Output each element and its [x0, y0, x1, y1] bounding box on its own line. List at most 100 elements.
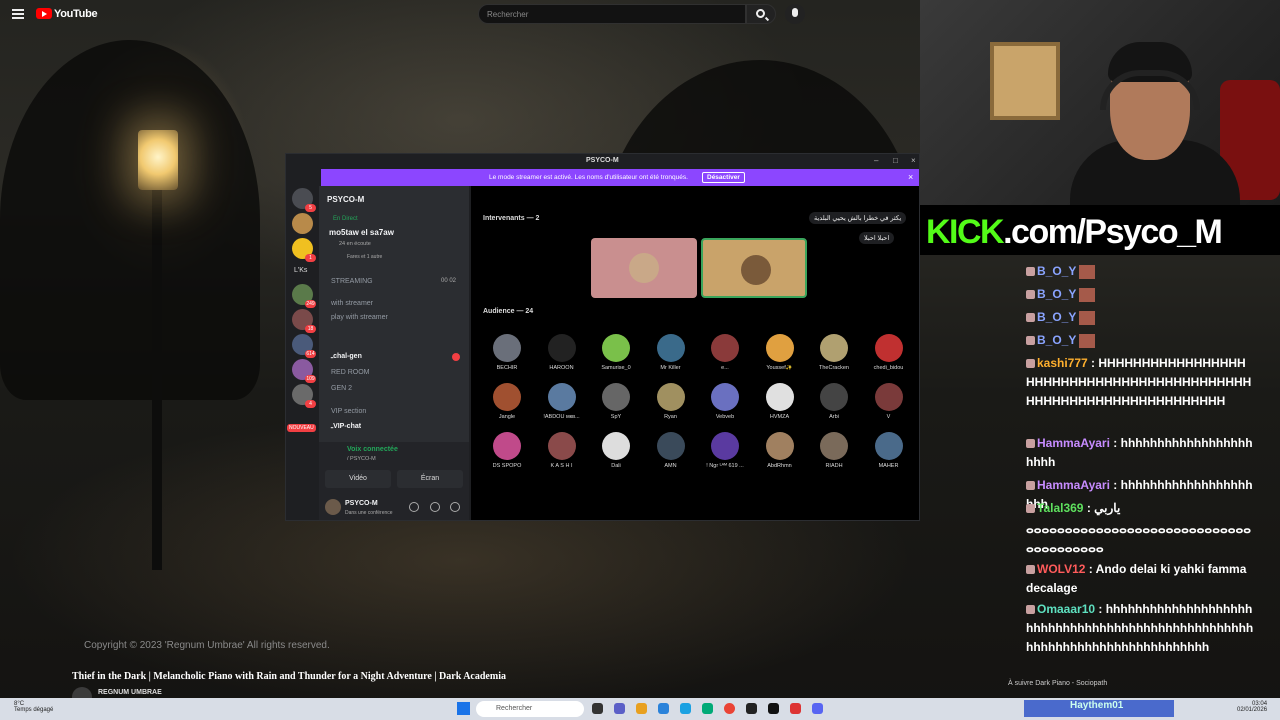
chat-username[interactable]: Omaaar10 — [1037, 602, 1095, 616]
channel-item[interactable]: with streamer — [331, 300, 373, 307]
audience-member[interactable]: Dali — [594, 432, 638, 469]
server-icon[interactable]: 18 — [292, 309, 316, 333]
channel-item[interactable]: STREAMING — [331, 278, 373, 285]
audience-member[interactable]: HVMZA — [758, 383, 802, 420]
mic-icon[interactable] — [409, 502, 419, 512]
search-input[interactable]: Rechercher — [478, 4, 746, 24]
speaker-card[interactable] — [701, 238, 807, 298]
disable-streamer-mode-button[interactable]: Désactiver — [702, 172, 745, 183]
audience-member[interactable]: BECHIR — [485, 334, 529, 371]
chat-line: ⴰⴰⴰⴰⴰⴰⴰⴰⴰⴰⴰⴰⴰⴰⴰⴰⴰⴰⴰⴰⴰⴰⴰⴰⴰⴰⴰⴰⴰⴰⴰⴰⴰⴰⴰⴰⴰⴰⴰ — [1026, 520, 1254, 558]
audience-member[interactable]: Vebveb — [703, 383, 747, 420]
user-name[interactable]: PSYCO-M — [345, 500, 378, 507]
audience-member[interactable]: chedi_bidou — [867, 334, 911, 371]
file-explorer-icon[interactable] — [636, 703, 647, 714]
gear-icon[interactable] — [450, 502, 460, 512]
search-button[interactable] — [746, 4, 776, 24]
chat-username[interactable]: B_O_Y — [1037, 310, 1076, 324]
chat-username[interactable]: B_O_Y — [1037, 287, 1076, 301]
banner-close-icon[interactable]: × — [908, 172, 913, 182]
teams-icon[interactable] — [614, 703, 625, 714]
screen-share-button[interactable]: Écran — [397, 470, 463, 488]
obs-icon[interactable] — [768, 703, 779, 714]
headphones-icon[interactable] — [430, 502, 440, 512]
channel-item[interactable]: ـVIP-chat — [331, 422, 361, 430]
audience-member[interactable]: AMN — [649, 432, 693, 469]
clock[interactable]: 03:04 02/01/2026 — [1237, 701, 1267, 713]
minimize-icon[interactable]: – — [874, 156, 878, 165]
server-icon[interactable]: 614 — [292, 334, 316, 358]
user-avatar[interactable] — [325, 499, 341, 515]
channel-item[interactable]: play with streamer — [331, 314, 388, 321]
chat-username[interactable]: HammaAyari — [1037, 478, 1110, 492]
audience-member[interactable]: K A S H I — [540, 432, 584, 469]
task-view-icon[interactable] — [592, 703, 603, 714]
audience-member[interactable]: Mr Killer — [649, 334, 693, 371]
audience-member[interactable]: MAHER — [867, 432, 911, 469]
audience-member[interactable]: Youssef✨ — [758, 334, 802, 371]
channel-item[interactable]: ـchal-gen — [331, 352, 362, 360]
edge-icon[interactable] — [680, 703, 691, 714]
audience-member[interactable]: DS SPOPO — [485, 432, 529, 469]
audience-name: Arbi — [829, 414, 839, 420]
weather-widget[interactable]: 8°C Temps dégagé — [14, 701, 53, 713]
server-icon[interactable]: 5 — [292, 188, 316, 212]
chat-username[interactable]: B_O_Y — [1037, 333, 1076, 347]
speaker-card[interactable] — [591, 238, 697, 298]
channel-item[interactable]: RED ROOM — [331, 369, 370, 376]
maximize-icon[interactable]: □ — [893, 156, 898, 165]
app-icon[interactable] — [790, 703, 801, 714]
audience-member[interactable]: Samurise_0 — [594, 334, 638, 371]
chat-username[interactable]: Talal369 — [1037, 501, 1083, 515]
server-icon[interactable]: 249 — [292, 284, 316, 308]
channel-item[interactable]: VIP section — [331, 408, 366, 415]
audience-member[interactable]: e... — [703, 334, 747, 371]
badge-icon — [1026, 313, 1035, 323]
app-icon[interactable] — [746, 703, 757, 714]
audience-member[interactable]: Arbi — [812, 383, 856, 420]
app-icon[interactable] — [658, 703, 669, 714]
audience-member[interactable]: V — [867, 383, 911, 420]
audience-member[interactable]: SpY — [594, 383, 638, 420]
video-button[interactable]: Vidéo — [325, 470, 391, 488]
audience-avatar — [493, 432, 521, 460]
audience-member[interactable]: !ABDOU мкв... — [540, 383, 584, 420]
audience-member[interactable]: AbdRhmn — [758, 432, 802, 469]
audience-member[interactable]: Ryan — [649, 383, 693, 420]
voice-search-icon[interactable] — [785, 4, 805, 24]
emote-icon — [1079, 287, 1096, 302]
chat-username[interactable]: kashi777 — [1037, 356, 1088, 370]
audience-member[interactable]: HAROON — [540, 334, 584, 371]
server-icon[interactable]: 1 — [292, 238, 316, 262]
audience-member[interactable]: RIADH — [812, 432, 856, 469]
server-label[interactable]: L'Ks — [294, 267, 307, 274]
audience-header: Audience — 24 — [483, 308, 534, 315]
chat-username[interactable]: HammaAyari — [1037, 436, 1110, 450]
channel-item[interactable]: GEN 2 — [331, 385, 352, 392]
windows-taskbar: 8°C Temps dégagé Rechercher Haythem01 03:… — [0, 698, 1280, 720]
server-icon[interactable] — [292, 213, 313, 234]
voice-channel-label: / PSYCO-M — [347, 456, 376, 462]
close-icon[interactable]: × — [911, 156, 916, 165]
server-icon[interactable]: 109 — [292, 359, 316, 383]
chrome-icon[interactable] — [724, 703, 735, 714]
audience-avatar — [820, 432, 848, 460]
chat-username[interactable]: WOLV12 — [1037, 562, 1085, 576]
server-name[interactable]: PSYCO-M — [327, 195, 364, 204]
system-tray[interactable]: Haythem01 — [1024, 700, 1174, 717]
taskbar-search[interactable]: Rechercher — [476, 701, 584, 717]
stage-topic[interactable]: mo5taw el sa7aw — [329, 228, 394, 237]
server-icon[interactable]: 4 — [292, 384, 316, 408]
audience-member[interactable]: Jangle — [485, 383, 529, 420]
youtube-logo-icon[interactable] — [36, 8, 52, 19]
youtube-brand[interactable]: YouTube — [54, 8, 98, 20]
audience-member[interactable]: ! Ngr ᴸᴬᴹ 619 ... — [703, 432, 747, 469]
channel-name[interactable]: REGNUM UMBRAE — [98, 689, 162, 696]
discord-icon[interactable] — [812, 703, 823, 714]
start-icon[interactable] — [457, 702, 470, 715]
hamburger-menu-icon[interactable] — [12, 9, 24, 19]
chat-username[interactable]: B_O_Y — [1037, 264, 1076, 278]
voice-connected-label[interactable]: Voix connectée — [347, 446, 398, 453]
app-icon[interactable] — [702, 703, 713, 714]
audience-member[interactable]: TheCracken — [812, 334, 856, 371]
